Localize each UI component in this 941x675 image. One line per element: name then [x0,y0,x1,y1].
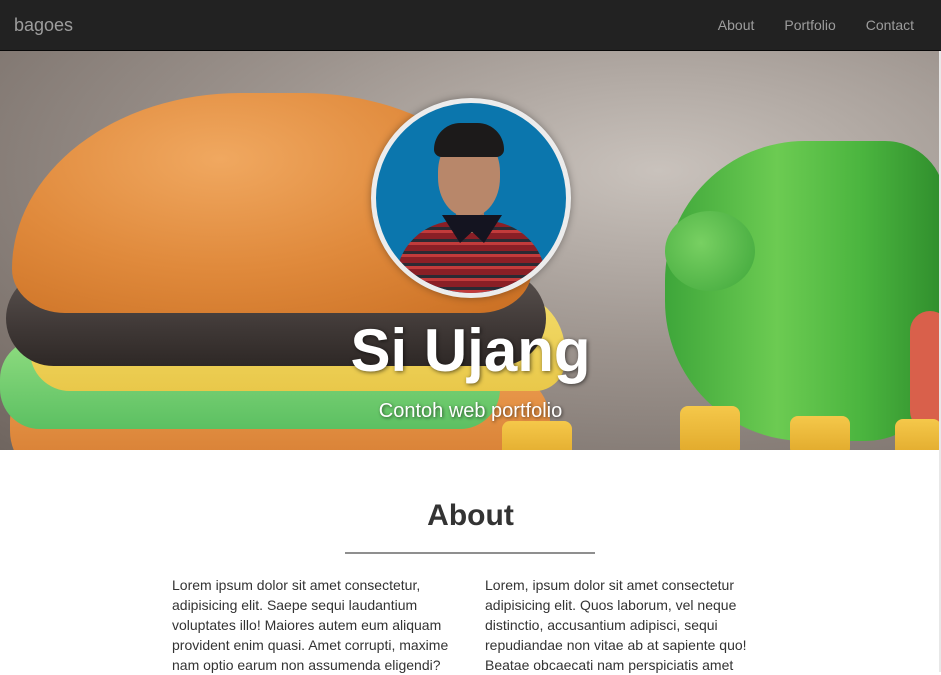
hero-section: Si Ujang Contoh web portfolio [0,51,941,450]
nav-link-about[interactable]: About [703,0,770,50]
hero-bg-green-toy-cap [665,211,755,291]
hero-subtitle: Contoh web portfolio [378,400,563,422]
about-section: About Lorem ipsum dolor sit amet consect… [0,450,941,673]
about-divider [345,552,595,554]
avatar-hair [434,123,504,157]
nav-link-contact[interactable]: Contact [851,0,929,50]
hero-bg-lego-block [502,421,572,450]
about-text-left: Lorem ipsum dolor sit amet consectetur, … [172,577,449,673]
navbar: bagoes About Portfolio Contact [0,0,941,51]
about-text-right: Lorem, ipsum dolor sit amet consectetur … [485,577,747,673]
nav-link-portfolio[interactable]: Portfolio [769,0,850,50]
hero-title: Si Ujang [350,317,591,384]
profile-avatar [371,98,571,298]
about-heading: About [427,499,514,532]
nav-links: About Portfolio Contact [703,0,929,50]
brand-link[interactable]: bagoes [14,14,73,36]
hero-bg-lego-block [895,419,941,450]
hero-bg-green-toy [665,141,941,441]
